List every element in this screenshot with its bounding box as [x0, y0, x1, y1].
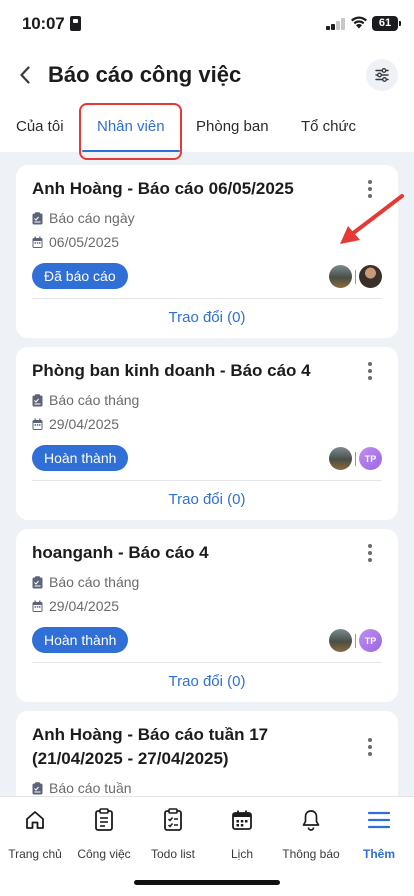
card-divider: [32, 662, 382, 663]
wifi-icon: [351, 16, 367, 29]
menu-icon: [367, 811, 391, 829]
annotation-arrow-icon: [340, 194, 404, 244]
back-button[interactable]: [12, 62, 38, 88]
filter-button[interactable]: [366, 59, 398, 91]
nav-label: Todo list: [150, 847, 196, 861]
report-type: Báo cáo tháng: [32, 574, 139, 590]
report-title: hoanganh - Báo cáo 4: [32, 543, 209, 562]
nav-label: Thêm: [362, 847, 395, 861]
report-card[interactable]: Phòng ban kinh doanh - Báo cáo 4 Báo cáo…: [16, 347, 398, 520]
more-options-button[interactable]: [360, 735, 380, 759]
discuss-link[interactable]: Trao đổi (0): [16, 309, 398, 326]
report-title: Anh Hoàng - Báo cáo 06/05/2025: [32, 179, 294, 198]
nav-home[interactable]: Trang chủ: [0, 807, 70, 861]
tab-highlight-box: [79, 103, 182, 160]
nav-them[interactable]: Thêm: [344, 807, 414, 861]
status-badge: Đã báo cáo: [32, 263, 128, 289]
tab-phong-ban[interactable]: Phòng ban: [196, 118, 269, 135]
calendar-icon: [232, 810, 252, 830]
status-badge: Hoàn thành: [32, 627, 129, 653]
report-date: 29/04/2025: [32, 416, 119, 432]
clipboard-icon: [32, 393, 43, 406]
sliders-icon: [375, 68, 389, 82]
nav-lich[interactable]: Lịch: [207, 807, 277, 861]
report-card[interactable]: Anh Hoàng - Báo cáo tuần 17 (21/04/2025 …: [16, 711, 398, 796]
report-date: 29/04/2025: [32, 598, 119, 614]
report-card[interactable]: hoanganh - Báo cáo 4 Báo cáo tháng 29/04…: [16, 529, 398, 702]
status-bar: 10:07 61: [0, 0, 414, 50]
report-type: Báo cáo tháng: [32, 392, 139, 408]
report-date-label: 06/05/2025: [49, 234, 120, 250]
nav-cong-viec[interactable]: Công việc: [69, 807, 139, 861]
participants[interactable]: TP: [329, 629, 382, 652]
card-divider: [32, 298, 382, 299]
clipboard-icon: [95, 808, 113, 831]
card-divider: [32, 480, 382, 481]
avatar: [329, 629, 352, 652]
bell-icon: [302, 810, 320, 831]
clipboard-icon: [32, 575, 43, 588]
report-date-label: 29/04/2025: [49, 416, 120, 432]
report-date: 06/05/2025: [32, 234, 119, 250]
avatar-initials: TP: [359, 447, 382, 470]
report-date-label: 29/04/2025: [49, 598, 120, 614]
signal-icon: [326, 18, 346, 30]
report-title: Phòng ban kinh doanh - Báo cáo 4: [32, 361, 311, 380]
status-time: 10:07: [22, 14, 65, 33]
tab-to-chuc[interactable]: Tổ chức: [301, 118, 356, 135]
calendar-icon: [32, 236, 43, 248]
calendar-icon: [32, 600, 43, 612]
checklist-icon: [164, 808, 182, 831]
more-options-button[interactable]: [360, 359, 380, 383]
avatar-initials: TP: [359, 629, 382, 652]
nav-thong-bao[interactable]: Thông báo: [276, 807, 346, 861]
report-type: Báo cáo ngày: [32, 210, 135, 226]
avatar: [329, 265, 352, 288]
home-icon: [26, 811, 44, 829]
report-title-line-2: (21/04/2025 - 27/04/2025): [32, 749, 229, 768]
discuss-link[interactable]: Trao đổi (0): [16, 673, 398, 690]
report-tabs: Của tôi Nhân viên Phòng ban Tổ chức: [0, 102, 414, 152]
avatar: [329, 447, 352, 470]
nav-label: Công việc: [77, 847, 131, 861]
home-indicator[interactable]: [134, 880, 280, 885]
participants[interactable]: [329, 265, 382, 288]
participants[interactable]: TP: [329, 447, 382, 470]
clipboard-icon: [32, 211, 43, 224]
report-type: Báo cáo tuần: [32, 780, 132, 796]
calendar-icon: [32, 418, 43, 430]
page-title: Báo cáo công việc: [48, 62, 242, 87]
clipboard-icon: [32, 781, 43, 794]
nav-label: Lịch: [230, 847, 253, 861]
avatar-separator: [355, 451, 356, 466]
report-type-label: Báo cáo tháng: [49, 574, 140, 590]
id-card-icon: [70, 16, 81, 31]
header: Báo cáo công việc: [0, 50, 414, 102]
status-badge: Hoàn thành: [32, 445, 129, 471]
avatar-separator: [355, 269, 356, 284]
nav-label: Trang chủ: [8, 847, 62, 861]
discuss-link[interactable]: Trao đổi (0): [16, 491, 398, 508]
more-options-button[interactable]: [360, 541, 380, 565]
battery-icon: 61: [372, 16, 401, 31]
report-type-label: Báo cáo ngày: [49, 210, 135, 226]
report-title-line-1: Anh Hoàng - Báo cáo tuần 17: [32, 725, 269, 744]
report-type-label: Báo cáo tuần: [49, 780, 132, 796]
avatar: [359, 265, 382, 288]
chevron-left-icon: [20, 66, 30, 84]
nav-todo-list[interactable]: Todo list: [138, 807, 208, 861]
nav-label: Thông báo: [282, 847, 340, 861]
report-type-label: Báo cáo tháng: [49, 392, 140, 408]
tab-cua-toi[interactable]: Của tôi: [16, 118, 64, 135]
avatar-separator: [355, 633, 356, 648]
